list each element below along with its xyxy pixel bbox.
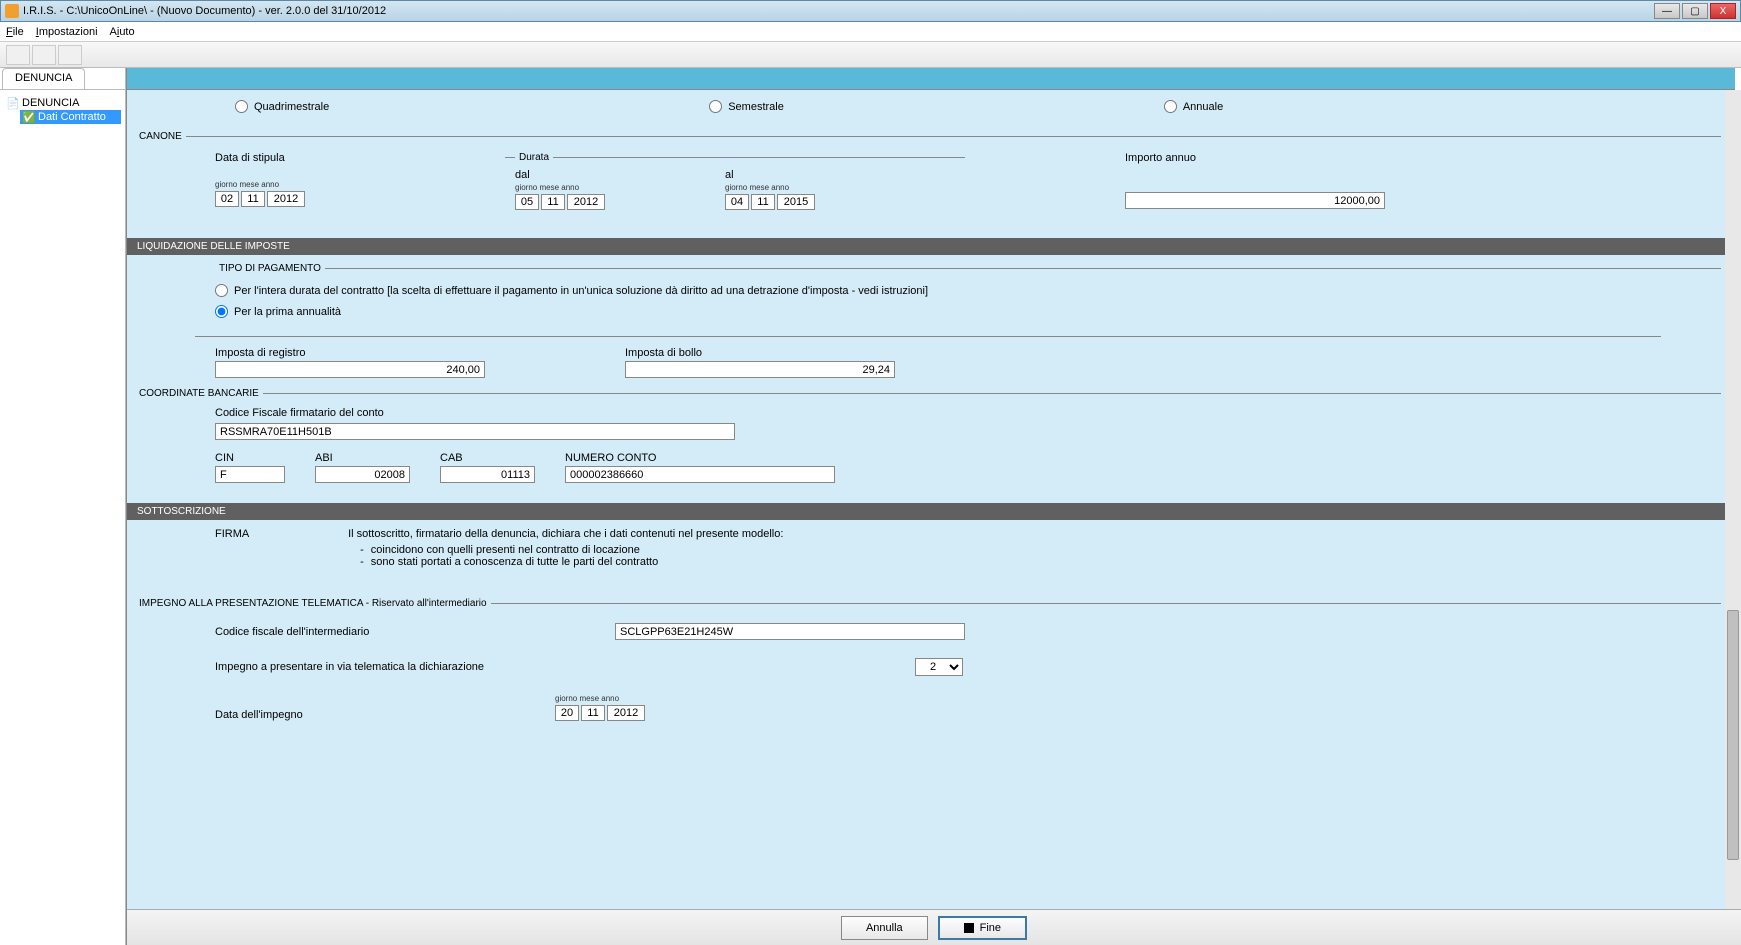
stop-icon — [964, 923, 974, 933]
lbl-data-stipula: Data di stipula — [215, 152, 485, 164]
content-header-stripe — [127, 68, 1735, 90]
menubar: File Impostazioni Aiuto — [0, 22, 1741, 42]
select-impegno[interactable]: 2 — [915, 658, 963, 676]
fine-button[interactable]: Fine — [938, 916, 1027, 940]
tree-root[interactable]: 📄 DENUNCIA — [4, 96, 121, 110]
lbl-impegno-presentare: Impegno a presentare in via telematica l… — [215, 661, 915, 673]
window-title: I.R.I.S. - C:\UnicoOnLine\ - (Nuovo Docu… — [23, 5, 1654, 17]
lbl-al: al — [725, 169, 815, 181]
app-icon — [5, 4, 19, 18]
tree-child-label: Dati Contratto — [38, 111, 106, 123]
input-cin[interactable] — [215, 466, 285, 483]
sidebar-tab-denuncia[interactable]: DENUNCIA — [2, 68, 85, 89]
menu-aiuto[interactable]: Aiuto — [110, 26, 135, 38]
toolbar — [0, 42, 1741, 68]
lbl-numero-conto: NUMERO CONTO — [565, 452, 835, 464]
lbl-importo-annuo: Importo annuo — [1125, 152, 1385, 164]
input-al[interactable] — [725, 194, 815, 210]
fieldset-coordinate-bancarie: COORDINATE BANCARIE Codice Fiscale firma… — [135, 388, 1721, 491]
tool-btn-1[interactable] — [6, 45, 30, 65]
lbl-dal: dal — [515, 169, 605, 181]
lbl-gma-4: giorno mese anno — [555, 694, 645, 703]
lbl-firma: FIRMA — [215, 528, 345, 540]
legend-coordinate: COORDINATE BANCARIE — [135, 388, 263, 399]
input-imposta-bollo[interactable] — [625, 361, 895, 378]
input-cab[interactable] — [440, 466, 535, 483]
input-abi[interactable] — [315, 466, 410, 483]
legend-durata: Durata — [515, 152, 553, 163]
lbl-cf-intermediario: Codice fiscale dell'intermediario — [215, 626, 615, 638]
tool-btn-3[interactable] — [58, 45, 82, 65]
input-importo-annuo[interactable] — [1125, 192, 1385, 209]
lbl-imposta-bollo: Imposta di bollo — [625, 347, 895, 359]
radio-semestrale[interactable]: Semestrale — [709, 100, 784, 113]
minimize-button[interactable]: — — [1654, 3, 1680, 19]
annulla-button[interactable]: Annulla — [841, 916, 928, 940]
lbl-cin: CIN — [215, 452, 285, 464]
input-dal[interactable] — [515, 194, 605, 210]
periodicita-row: Quadrimestrale Semestrale Annuale — [135, 90, 1721, 123]
lbl-gma-2: giorno mese anno — [515, 183, 605, 192]
radio-annuale[interactable]: Annuale — [1164, 100, 1223, 113]
tree-child-dati-contratto[interactable]: ✅ Dati Contratto — [20, 110, 121, 124]
vertical-scrollbar[interactable] — [1725, 90, 1741, 909]
tree-root-label: DENUNCIA — [22, 97, 79, 109]
fieldset-canone: CANONE Data di stipula giorno mese anno … — [135, 131, 1721, 226]
firma-text: Il sottoscritto, firmatario della denunc… — [348, 528, 783, 568]
form-content: Quadrimestrale Semestrale Annuale CANONE… — [127, 90, 1741, 909]
lbl-cab: CAB — [440, 452, 535, 464]
tree: 📄 DENUNCIA ✅ Dati Contratto — [0, 90, 125, 130]
menu-impostazioni[interactable]: Impostazioni — [36, 26, 98, 38]
input-cf-intermediario[interactable] — [615, 623, 965, 640]
close-button[interactable]: X — [1710, 3, 1736, 19]
fieldset-durata: Durata dal giorno mese anno — [505, 152, 965, 216]
legend-tipo-pagamento: TIPO DI PAGAMENTO — [215, 263, 325, 274]
legend-impegno: IMPEGNO ALLA PRESENTAZIONE TELEMATICA - … — [135, 598, 491, 609]
radio-quadrimestrale[interactable]: Quadrimestrale — [235, 100, 329, 113]
lbl-gma-3: giorno mese anno — [725, 183, 815, 192]
lbl-abi: ABI — [315, 452, 410, 464]
tool-btn-2[interactable] — [32, 45, 56, 65]
lbl-cf-firmatario: Codice Fiscale firmatario del conto — [215, 407, 1721, 419]
input-cf-firmatario[interactable] — [215, 423, 735, 440]
doc-icon: 📄 — [6, 97, 18, 109]
titlebar: I.R.I.S. - C:\UnicoOnLine\ - (Nuovo Docu… — [0, 0, 1741, 22]
footer: Annulla Fine — [127, 909, 1741, 945]
section-liquidazione: LIQUIDAZIONE DELLE IMPOSTE — [127, 238, 1729, 255]
radio-prima-annualita[interactable]: Per la prima annualità — [215, 301, 1721, 322]
lbl-imposta-registro: Imposta di registro — [215, 347, 485, 359]
maximize-button[interactable]: ▢ — [1682, 3, 1708, 19]
legend-canone: CANONE — [135, 131, 186, 142]
input-data-impegno[interactable] — [555, 705, 645, 721]
input-imposta-registro[interactable] — [215, 361, 485, 378]
menu-file[interactable]: File — [6, 26, 24, 38]
fieldset-impegno: IMPEGNO ALLA PRESENTAZIONE TELEMATICA - … — [135, 598, 1721, 729]
fieldset-tipo-pagamento: TIPO DI PAGAMENTO Per l'intera durata de… — [215, 263, 1721, 328]
lbl-gma-1: giorno mese anno — [215, 180, 485, 189]
input-numero-conto[interactable] — [565, 466, 835, 483]
section-sottoscrizione: SOTTOSCRIZIONE — [127, 503, 1729, 520]
doc-check-icon: ✅ — [22, 111, 34, 123]
lbl-data-impegno: Data dell'impegno — [215, 709, 555, 721]
input-data-stipula[interactable] — [215, 191, 485, 207]
sidebar: DENUNCIA 📄 DENUNCIA ✅ Dati Contratto — [0, 68, 126, 945]
scroll-thumb[interactable] — [1727, 610, 1739, 860]
radio-intera-durata[interactable]: Per l'intera durata del contratto [la sc… — [215, 280, 1721, 301]
